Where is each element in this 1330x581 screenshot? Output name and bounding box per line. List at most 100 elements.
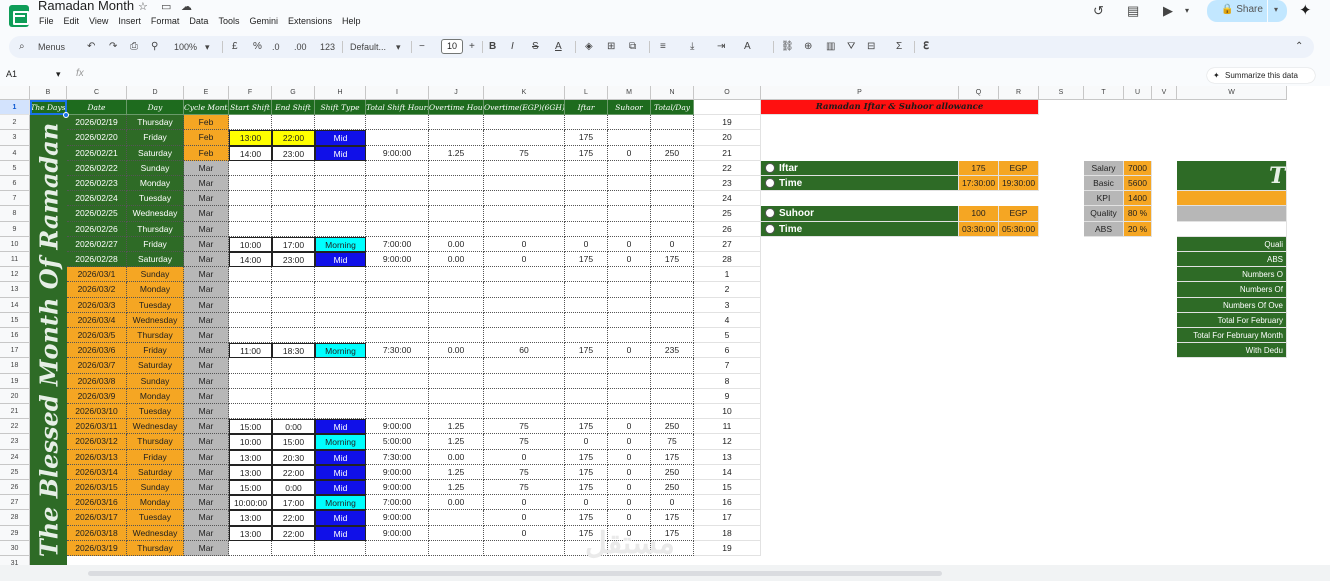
total-hours-cell[interactable] [366, 221, 429, 237]
total-day-cell[interactable] [651, 130, 694, 146]
overtime-hours-cell[interactable] [429, 510, 484, 526]
overtime-egp-cell[interactable]: 0 [484, 449, 565, 465]
overtime-egp-cell[interactable] [484, 404, 565, 420]
overtime-hours-cell[interactable] [429, 282, 484, 298]
column-header-D[interactable]: D [127, 86, 184, 100]
shift-type-cell[interactable] [315, 388, 366, 404]
overtime-egp-cell[interactable]: 0 [484, 510, 565, 526]
row-header[interactable]: 24 [0, 449, 30, 465]
weekday-cell[interactable]: Wednesday [127, 525, 184, 541]
share-dropdown-icon[interactable]: ▾ [1274, 0, 1278, 20]
radio-button[interactable] [765, 208, 775, 219]
overtime-egp-cell[interactable]: 75 [484, 145, 565, 161]
total-hours-cell[interactable] [366, 176, 429, 192]
suhoor-cell[interactable] [608, 388, 651, 404]
column-header-C[interactable]: C [67, 86, 127, 100]
column-title-K[interactable]: Overtime(EGP)(6GH) [484, 100, 565, 116]
cycle-month-cell[interactable]: Mar [184, 388, 229, 404]
shift-type-cell[interactable]: Mid [315, 480, 366, 496]
iftar-cell[interactable] [565, 297, 608, 313]
shift-type-cell[interactable]: Morning [315, 343, 366, 359]
total-hours-cell[interactable] [366, 191, 429, 207]
column-o-cell[interactable]: 1 [694, 267, 761, 283]
cycle-month-cell[interactable]: Mar [184, 236, 229, 252]
suhoor-cell[interactable] [608, 206, 651, 222]
date-cell[interactable]: 2026/03/10 [67, 404, 127, 420]
document-title[interactable]: Ramadan Month [38, 0, 134, 13]
date-cell[interactable]: 2026/02/19 [67, 115, 127, 131]
row-header[interactable]: 5 [0, 160, 30, 176]
start-shift-cell[interactable]: 10:00:00 [229, 495, 272, 511]
overtime-egp-cell[interactable] [484, 206, 565, 222]
column-o-cell[interactable]: 23 [694, 176, 761, 192]
meet-icon[interactable]: ▶ [1163, 3, 1173, 19]
row-header[interactable]: 4 [0, 145, 30, 161]
overtime-hours-cell[interactable] [429, 115, 484, 131]
row-header[interactable]: 17 [0, 343, 30, 359]
iftar-cell[interactable]: 175 [565, 343, 608, 359]
overtime-egp-cell[interactable]: 0 [484, 252, 565, 268]
iftar-cell[interactable] [565, 373, 608, 389]
weekday-cell[interactable]: Monday [127, 282, 184, 298]
cycle-month-cell[interactable]: Mar [184, 328, 229, 344]
weekday-cell[interactable]: Saturday [127, 464, 184, 480]
overtime-hours-cell[interactable]: 0.00 [429, 449, 484, 465]
row-header[interactable]: 12 [0, 267, 30, 283]
cycle-month-cell[interactable]: Mar [184, 176, 229, 192]
weekday-cell[interactable]: Friday [127, 343, 184, 359]
bold-button[interactable]: B [489, 40, 496, 54]
row-header[interactable]: 28 [0, 510, 30, 526]
shift-type-cell[interactable] [315, 267, 366, 283]
column-title-B[interactable]: The Days [30, 100, 67, 116]
overtime-egp-cell[interactable]: 75 [484, 419, 565, 435]
overtime-hours-cell[interactable] [429, 160, 484, 176]
total-hours-cell[interactable] [366, 130, 429, 146]
overtime-hours-cell[interactable]: 1.25 [429, 480, 484, 496]
iftar-cell[interactable]: 175 [565, 130, 608, 146]
cycle-month-cell[interactable]: Mar [184, 312, 229, 328]
total-hours-cell[interactable] [366, 297, 429, 313]
start-shift-cell[interactable] [229, 160, 272, 176]
column-title-E[interactable]: Cycle Month [184, 100, 229, 116]
cycle-month-cell[interactable]: Mar [184, 358, 229, 374]
iftar-cell[interactable] [565, 115, 608, 131]
menu-extensions[interactable]: Extensions [283, 15, 337, 29]
total-hours-cell[interactable]: 9:00:00 [366, 145, 429, 161]
weekday-cell[interactable]: Thursday [127, 115, 184, 131]
cycle-month-cell[interactable]: Mar [184, 449, 229, 465]
total-day-cell[interactable]: 250 [651, 480, 694, 496]
end-shift-cell[interactable] [272, 160, 315, 176]
date-cell[interactable]: 2026/02/28 [67, 252, 127, 268]
total-hours-cell[interactable] [366, 115, 429, 131]
row-header[interactable]: 15 [0, 312, 30, 328]
column-title-L[interactable]: Iftar [565, 100, 608, 116]
cycle-month-cell[interactable]: Mar [184, 343, 229, 359]
row-header[interactable]: 10 [0, 236, 30, 252]
end-shift-cell[interactable] [272, 373, 315, 389]
date-cell[interactable]: 2026/03/1 [67, 267, 127, 283]
search-menus-icon[interactable]: ⌕ [19, 40, 25, 54]
overtime-egp-cell[interactable] [484, 115, 565, 131]
date-cell[interactable]: 2026/02/25 [67, 206, 127, 222]
row-header[interactable]: 9 [0, 221, 30, 237]
row-header[interactable]: 11 [0, 252, 30, 268]
end-shift-cell[interactable] [272, 206, 315, 222]
cycle-month-cell[interactable]: Mar [184, 191, 229, 207]
cycle-month-cell[interactable]: Feb [184, 145, 229, 161]
suhoor-amount[interactable]: 100 [959, 206, 999, 222]
column-header-E[interactable]: E [184, 86, 229, 100]
meet-dropdown-icon[interactable]: ▾ [1185, 6, 1189, 15]
end-shift-cell[interactable]: 18:30 [272, 343, 315, 359]
total-day-cell[interactable] [651, 115, 694, 131]
iftar-cell[interactable]: 175 [565, 449, 608, 465]
shift-type-cell[interactable]: Mid [315, 252, 366, 268]
menu-insert[interactable]: Insert [113, 15, 146, 29]
overtime-egp-cell[interactable]: 75 [484, 434, 565, 450]
start-shift-cell[interactable] [229, 312, 272, 328]
menu-tools[interactable]: Tools [213, 15, 244, 29]
overtime-egp-cell[interactable]: 75 [484, 464, 565, 480]
date-cell[interactable]: 2026/02/26 [67, 221, 127, 237]
iftar-label[interactable]: Iftar [761, 160, 959, 176]
column-header-B[interactable]: B [30, 86, 67, 100]
weekday-cell[interactable]: Sunday [127, 480, 184, 496]
